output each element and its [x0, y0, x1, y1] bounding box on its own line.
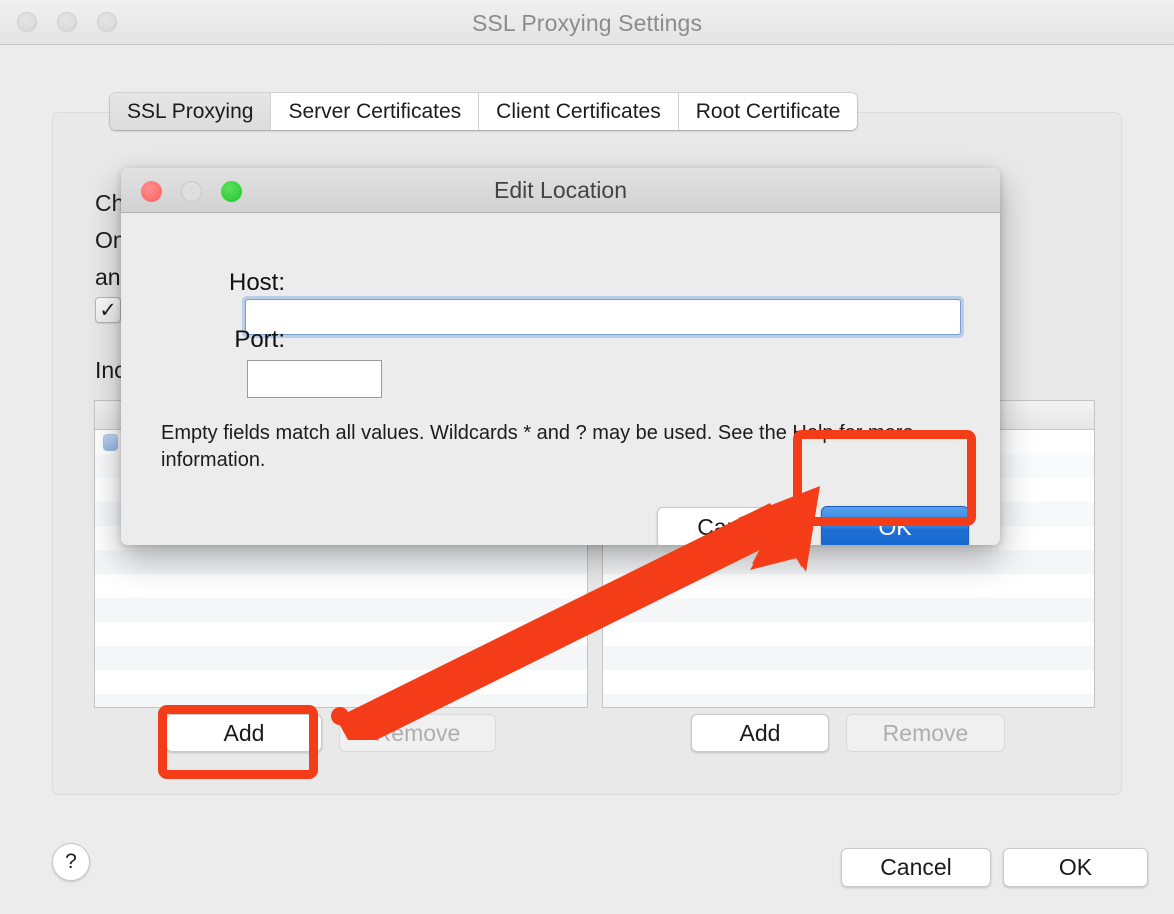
- dialog-zoom-icon[interactable]: [221, 181, 242, 202]
- tab-server-certificates[interactable]: Server Certificates: [271, 93, 480, 130]
- help-button[interactable]: ?: [52, 843, 90, 881]
- port-label: Port:: [234, 326, 285, 353]
- dialog-traffic-lights: [141, 181, 242, 202]
- annotation-arrow-icon: [331, 486, 820, 740]
- tab-client-certificates[interactable]: Client Certificates: [479, 93, 679, 130]
- dialog-titlebar: Edit Location: [121, 168, 1000, 213]
- tab-ssl-proxying[interactable]: SSL Proxying: [110, 93, 272, 130]
- window-titlebar: SSL Proxying Settings: [0, 0, 1174, 45]
- host-field-focus-ring: [242, 296, 964, 338]
- port-input[interactable]: [247, 360, 382, 398]
- annotation-highlight-add: [158, 705, 318, 779]
- enable-ssl-proxying-checkbox[interactable]: ✓: [95, 297, 121, 323]
- dialog-minimize-icon: [181, 181, 202, 202]
- host-input[interactable]: [245, 299, 961, 335]
- window-title: SSL Proxying Settings: [471, 10, 703, 36]
- cancel-button[interactable]: Cancel: [841, 848, 991, 887]
- ok-button[interactable]: OK: [1003, 848, 1148, 887]
- ssl-proxying-settings-window: SSL Proxying Settings Ch ses.On: [0, 0, 1174, 914]
- settings-tabbar[interactable]: SSL Proxying Server Certificates Client …: [110, 93, 858, 130]
- host-label: Host:: [228, 269, 285, 296]
- dialog-title: Edit Location: [494, 177, 627, 203]
- remove-exclude-button[interactable]: Remove: [846, 714, 1005, 752]
- dialog-close-icon[interactable]: [141, 181, 162, 202]
- row-checkbox[interactable]: [103, 433, 118, 451]
- tab-root-certificate[interactable]: Root Certificate: [678, 93, 858, 130]
